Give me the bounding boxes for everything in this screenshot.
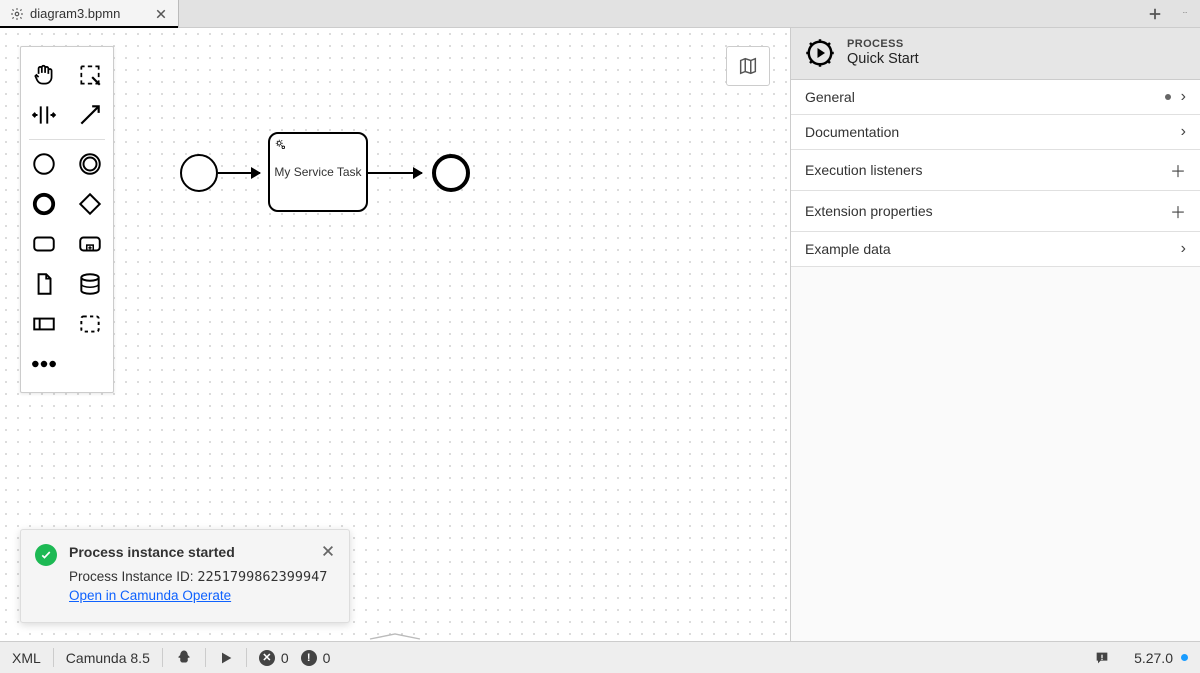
version-indicator[interactable]: 5.27.0 [1122,642,1200,673]
minimap-toggle[interactable] [726,46,770,86]
platform-label: Camunda 8.5 [66,650,150,666]
toast-id-label: Process Instance ID: [69,569,194,584]
tab-label: diagram3.bpmn [30,6,120,21]
group-example-data[interactable]: Example data › [791,232,1200,267]
properties-title: Quick Start [847,51,919,68]
lasso-tool[interactable] [67,55,113,95]
chevron-right-icon: › [1181,88,1186,106]
create-intermediate-event[interactable] [67,144,113,184]
create-task[interactable] [21,224,67,264]
bpmn-end-event[interactable] [432,154,470,192]
group-label: General [805,89,855,105]
group-label: Documentation [805,124,899,140]
chevron-right-icon: › [1181,123,1186,141]
xml-toggle[interactable]: XML [0,642,53,673]
bpmn-canvas[interactable]: My Service Task Process instance started… [0,28,790,641]
group-extension-properties[interactable]: Extension properties ＋ [791,191,1200,232]
xml-label: XML [12,650,41,666]
task-label: My Service Task [274,165,361,179]
bpmn-sequence-flow[interactable] [218,172,260,174]
hand-tool[interactable] [21,55,67,95]
run-button[interactable] [206,642,246,673]
status-bar: XML Camunda 8.5 ✕ 0 ! 0 5.27.0 [0,641,1200,673]
success-icon [35,544,57,566]
bpmn-service-task[interactable]: My Service Task [268,132,368,212]
feedback-button[interactable] [1082,642,1122,673]
error-icon: ✕ [259,650,275,666]
changed-indicator-icon [1165,94,1171,100]
bpmn-start-event[interactable] [180,154,218,192]
tab-close-button[interactable] [154,7,168,21]
create-subprocess[interactable] [67,224,113,264]
group-label: Execution listeners [805,162,923,178]
version-label: 5.27.0 [1134,650,1173,666]
notification-toast: Process instance started Process Instanc… [20,529,350,623]
group-general[interactable]: General › [791,80,1200,115]
group-documentation[interactable]: Documentation › [791,115,1200,150]
group-execution-listeners[interactable]: Execution listeners ＋ [791,150,1200,191]
tab-diagram[interactable]: diagram3.bpmn [0,0,179,27]
new-tab-button[interactable] [1140,0,1170,27]
deploy-button[interactable] [163,642,205,673]
tool-palette [20,46,114,393]
error-count: 0 [281,650,289,666]
create-end-event[interactable] [21,184,67,224]
gear-icon [10,7,24,21]
properties-header: PROCESS Quick Start [791,28,1200,80]
platform-selector[interactable]: Camunda 8.5 [54,642,162,673]
properties-eyebrow: PROCESS [847,38,919,51]
global-connect-tool[interactable] [67,95,113,135]
process-icon [805,38,835,68]
tab-more-button[interactable] [1170,0,1200,27]
tab-bar: diagram3.bpmn [0,0,1200,28]
properties-panel: PROCESS Quick Start General › Documentat… [790,28,1200,641]
create-start-event[interactable] [21,144,67,184]
problems-button[interactable]: ✕ 0 ! 0 [247,642,343,673]
chevron-right-icon: › [1181,240,1186,258]
create-gateway[interactable] [67,184,113,224]
plus-icon[interactable]: ＋ [1170,158,1186,182]
create-group[interactable] [67,304,113,344]
create-pool[interactable] [21,304,67,344]
service-task-icon [274,138,288,152]
palette-more[interactable] [21,344,67,384]
create-data-object[interactable] [21,264,67,304]
toast-id-value: 2251799862399947 [197,569,327,585]
plus-icon[interactable]: ＋ [1170,199,1186,223]
warning-icon: ! [301,650,317,666]
group-label: Example data [805,241,891,257]
update-available-icon [1181,654,1188,661]
toast-title: Process instance started [69,544,333,560]
open-operate-link[interactable]: Open in Camunda Operate [69,588,231,603]
bpmn-sequence-flow[interactable] [368,172,422,174]
warning-count: 0 [323,650,331,666]
panel-resize-handle[interactable] [365,631,425,641]
create-data-store[interactable] [67,264,113,304]
toast-close-button[interactable] [319,542,337,560]
group-label: Extension properties [805,203,933,219]
space-tool[interactable] [21,95,67,135]
